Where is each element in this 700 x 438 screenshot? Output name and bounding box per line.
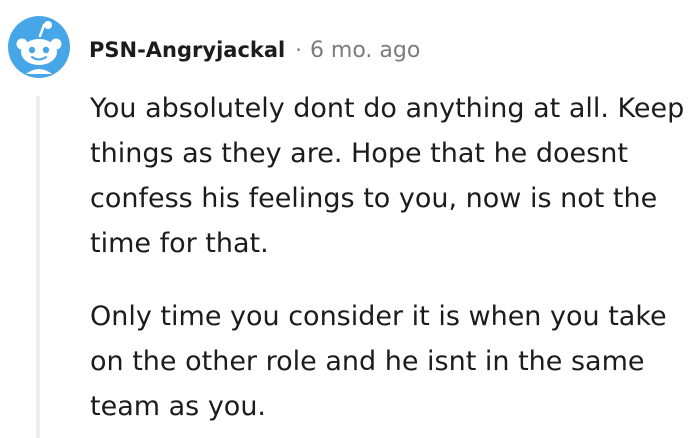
user-avatar[interactable] [6,14,72,80]
comment-paragraph: Only time you consider it is when you ta… [90,301,667,422]
comment: PSN-Angryjackal · 6 mo. ago You absolute… [0,0,700,438]
username-link[interactable]: PSN-Angryjackal [89,38,285,62]
comment-header: PSN-Angryjackal · 6 mo. ago [89,32,420,68]
comment-paragraph: You absolutely dont do anything at all. … [90,93,685,259]
timestamp-link[interactable]: 6 mo. ago [310,38,420,63]
comment-body: You absolutely dont do anything at all. … [90,86,690,429]
reddit-snoo-avatar-icon [8,16,70,78]
meta-separator: · [295,38,302,62]
thread-collapse-line[interactable] [36,96,40,438]
